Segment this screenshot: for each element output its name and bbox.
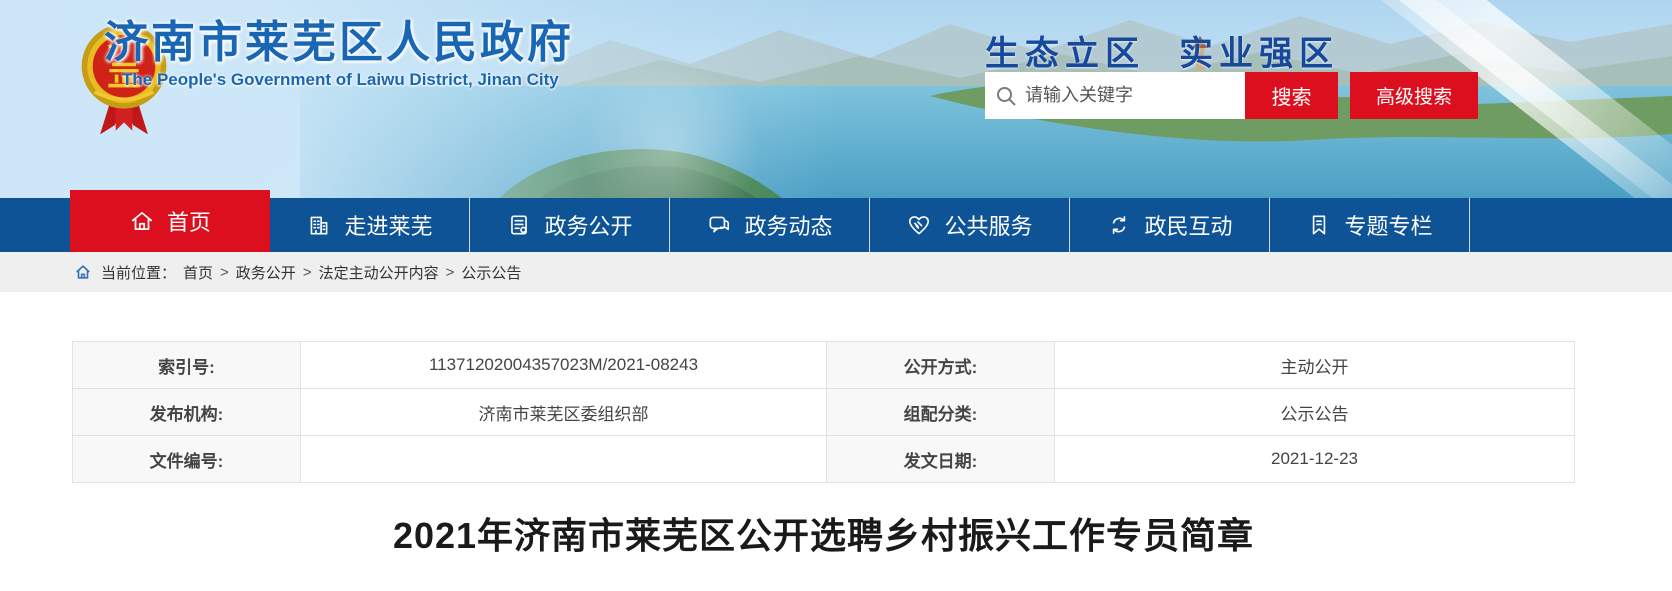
page: ★ ★ ★ ★ ★ 济南市莱芜区人民政府 The People's Govern… (0, 0, 1672, 591)
document-icon (511, 215, 528, 235)
meta-value-index-number: 11371202004357023M/2021-08243 (300, 341, 827, 389)
advanced-search-button[interactable]: 高级搜索 (1350, 72, 1478, 119)
site-subtitle-en: The People's Government of Laiwu Distric… (122, 70, 559, 89)
breadcrumb: 当前位置： 首页 > 政务公开 > 法定主动公开内容 > 公示公告 (0, 252, 1672, 292)
chat-icon (710, 216, 730, 233)
breadcrumb-item-public-notices[interactable]: 公示公告 (461, 262, 521, 283)
meta-label-index-number: 索引号: (72, 341, 301, 389)
nav-label: 走进莱芜 (344, 214, 433, 239)
search-area: 搜索 高级搜索 (985, 72, 1478, 119)
breadcrumb-location-label: 当前位置： (101, 264, 177, 282)
nav-item-special-topics[interactable]: 专题专栏 (1270, 198, 1470, 252)
bookmark-icon (1313, 215, 1326, 235)
breadcrumb-item-gov-disclosure[interactable]: 政务公开 (236, 262, 296, 283)
search-button[interactable]: 搜索 (1245, 72, 1338, 119)
meta-value-issue-date: 2021-12-23 (1054, 435, 1575, 483)
search-icon (997, 86, 1016, 106)
document-meta-table: 索引号: 11371202004357023M/2021-08243 公开方式:… (72, 341, 1575, 483)
article-title: 2021年济南市莱芜区公开选聘乡村振兴工作专员简章 (392, 515, 1255, 556)
building-icon (311, 216, 328, 235)
search-box (985, 72, 1245, 119)
nav-label: 专题专栏 (1344, 214, 1433, 239)
nav-label: 首页 (166, 210, 211, 235)
breadcrumb-home-icon (76, 265, 90, 279)
table-row: 索引号: 11371202004357023M/2021-08243 公开方式:… (72, 341, 1575, 389)
interaction-arrows-icon (1113, 216, 1126, 234)
slogan-part2: 实业强区 (1179, 35, 1339, 73)
nav-label: 政务公开 (544, 214, 633, 239)
breadcrumb-item-home[interactable]: 首页 (183, 262, 213, 283)
breadcrumb-separator: > (445, 263, 455, 281)
meta-label-issuing-agency: 发布机构: (72, 388, 301, 436)
breadcrumb-separator: > (220, 263, 229, 281)
site-banner: ★ ★ ★ ★ ★ 济南市莱芜区人民政府 The People's Govern… (0, 0, 1672, 198)
meta-value-issuing-agency: 济南市莱芜区委组织部 (300, 388, 827, 436)
table-row: 文件编号: 发文日期: 2021-12-23 (72, 435, 1575, 483)
nav-item-public-services[interactable]: 公共服务 (870, 198, 1070, 252)
nav-item-home[interactable]: 首页 (70, 190, 270, 252)
meta-label-disclosure-method: 公开方式: (826, 341, 1055, 389)
main-navigation: 首页 走进莱芜 政务公开 政务动态 公共服务 政民互动 专题专栏 (0, 190, 1672, 252)
meta-label-category: 组配分类: (826, 388, 1055, 436)
service-heart-icon (909, 216, 930, 235)
nav-label: 公共服务 (944, 214, 1033, 239)
breadcrumb-separator: > (302, 263, 312, 281)
nav-item-public-interaction[interactable]: 政民互动 (1070, 198, 1270, 252)
meta-label-document-number: 文件编号: (72, 435, 301, 483)
meta-value-disclosure-method: 主动公开 (1054, 341, 1575, 389)
slogan-part1: 生态立区 (985, 35, 1145, 73)
meta-label-issue-date: 发文日期: (826, 435, 1055, 483)
site-slogan: 生态立区 实业强区 (985, 26, 1339, 75)
nav-item-about-laiwu[interactable]: 走进莱芜 (270, 198, 470, 252)
home-icon (131, 212, 153, 230)
site-title[interactable]: 济南市莱芜区人民政府 (104, 6, 804, 70)
breadcrumb-item-statutory-disclosure[interactable]: 法定主动公开内容 (319, 262, 439, 283)
nav-item-gov-news[interactable]: 政务动态 (670, 198, 870, 252)
nav-label: 政民互动 (1144, 214, 1233, 239)
nav-label: 政务动态 (744, 214, 833, 239)
meta-value-category: 公示公告 (1054, 388, 1575, 436)
meta-value-document-number (300, 435, 827, 483)
nav-item-gov-disclosure[interactable]: 政务公开 (470, 198, 670, 252)
content-area: 索引号: 11371202004357023M/2021-08243 公开方式:… (0, 292, 1672, 559)
table-row: 发布机构: 济南市莱芜区委组织部 组配分类: 公示公告 (72, 388, 1575, 436)
search-input[interactable] (1025, 85, 1235, 106)
